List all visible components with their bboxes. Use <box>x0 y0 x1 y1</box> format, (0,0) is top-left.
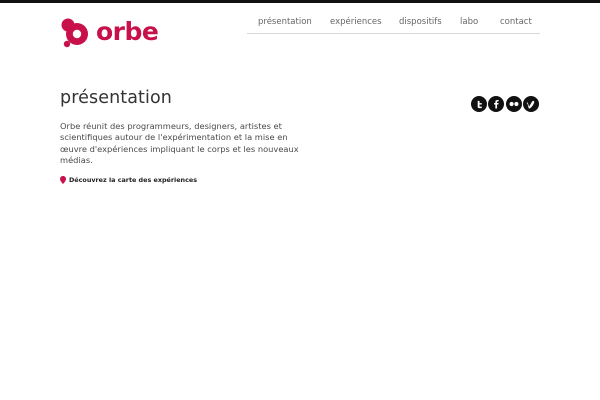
facebook-icon <box>493 99 499 109</box>
nav-item-dispositifs[interactable]: dispositifs <box>399 17 442 27</box>
map-pin-icon <box>60 176 66 184</box>
main-nav: présentation expériences dispositifs lab… <box>247 12 540 34</box>
vimeo-button[interactable] <box>522 96 539 112</box>
vimeo-icon <box>527 100 535 108</box>
page-title: présentation <box>60 88 172 108</box>
top-bar <box>0 0 600 3</box>
logo[interactable]: orbe <box>60 14 159 50</box>
orbe-logo-icon <box>61 18 88 48</box>
logo-text: orbe <box>96 16 159 46</box>
nav-item-presentation[interactable]: présentation <box>258 17 312 27</box>
flickr-button[interactable] <box>505 96 522 112</box>
intro-text: Orbe réunit des programmeurs, designers,… <box>60 121 299 166</box>
facebook-button[interactable] <box>488 96 505 112</box>
experiences-map-label: Découvrez la carte des expériences <box>69 176 198 184</box>
twitter-icon <box>477 100 482 108</box>
experiences-map-link[interactable]: Découvrez la carte des expériences <box>60 176 197 184</box>
flickr-icon <box>509 101 519 107</box>
twitter-button[interactable] <box>471 96 487 112</box>
social-links <box>471 96 540 112</box>
nav-item-experiences[interactable]: expériences <box>330 17 382 27</box>
nav-item-labo[interactable]: labo <box>460 17 478 27</box>
nav-item-contact[interactable]: contact <box>500 17 532 27</box>
